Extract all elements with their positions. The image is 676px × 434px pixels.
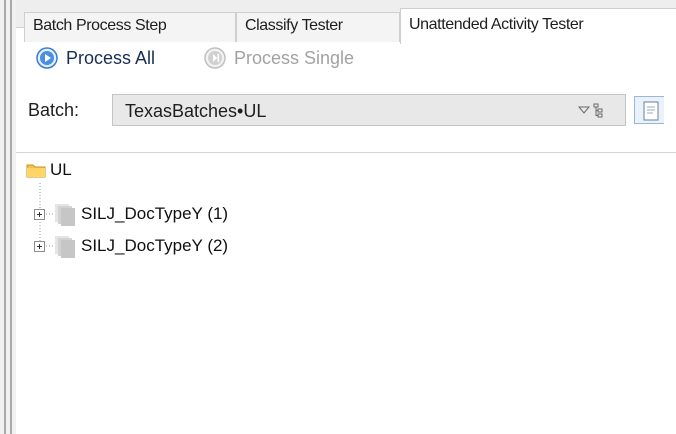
tree-root-label: UL — [50, 160, 72, 179]
batch-tree[interactable]: UL SILJ_DocTypeY (1) SILJ_DocTypeY (2) — [16, 152, 676, 434]
tree-node-label: SILJ_DocTypeY (1) — [81, 204, 229, 223]
tree-node-label: SILJ_DocTypeY (2) — [81, 236, 229, 255]
splitter-line — [4, 0, 6, 434]
process-all-button[interactable]: Process All — [36, 42, 155, 74]
tree-node[interactable]: SILJ_DocTypeY (1) — [34, 203, 229, 226]
play-circle-icon — [36, 47, 58, 69]
tree-root-node[interactable]: UL — [26, 159, 72, 181]
toolbar: Process All Process Single — [16, 42, 676, 74]
process-single-button[interactable]: Process Single — [204, 42, 354, 74]
process-single-label: Process Single — [234, 47, 355, 68]
tree-node[interactable]: SILJ_DocTypeY (2) — [34, 235, 229, 258]
document-stack-icon — [55, 236, 75, 258]
process-all-label: Process All — [66, 47, 156, 68]
batch-selected-value: TexasBatches•UL — [125, 101, 267, 121]
batch-select[interactable]: TexasBatches•UL — [112, 94, 626, 126]
tester-panel: Batch Process Step Classify Tester Unatt… — [16, 0, 676, 434]
batch-row: Batch: TexasBatches•UL — [16, 92, 676, 128]
document-stack-icon — [55, 204, 75, 226]
tab-batch-process-step[interactable]: Batch Process Step — [24, 12, 236, 42]
document-button[interactable] — [634, 96, 664, 124]
expand-icon[interactable] — [34, 240, 45, 252]
filter-tree-dropdown-icon — [577, 103, 603, 118]
tab-classify-tester[interactable]: Classify Tester — [236, 12, 400, 42]
panel-splitter[interactable] — [0, 0, 16, 434]
expand-icon[interactable] — [34, 208, 45, 220]
splitter-line — [10, 0, 12, 434]
folder-icon — [26, 164, 46, 178]
tab-unattended-activity-tester[interactable]: Unattended Activity Tester — [400, 8, 676, 44]
batch-label: Batch: — [28, 100, 80, 120]
step-circle-icon — [204, 47, 226, 69]
document-icon — [643, 101, 659, 121]
